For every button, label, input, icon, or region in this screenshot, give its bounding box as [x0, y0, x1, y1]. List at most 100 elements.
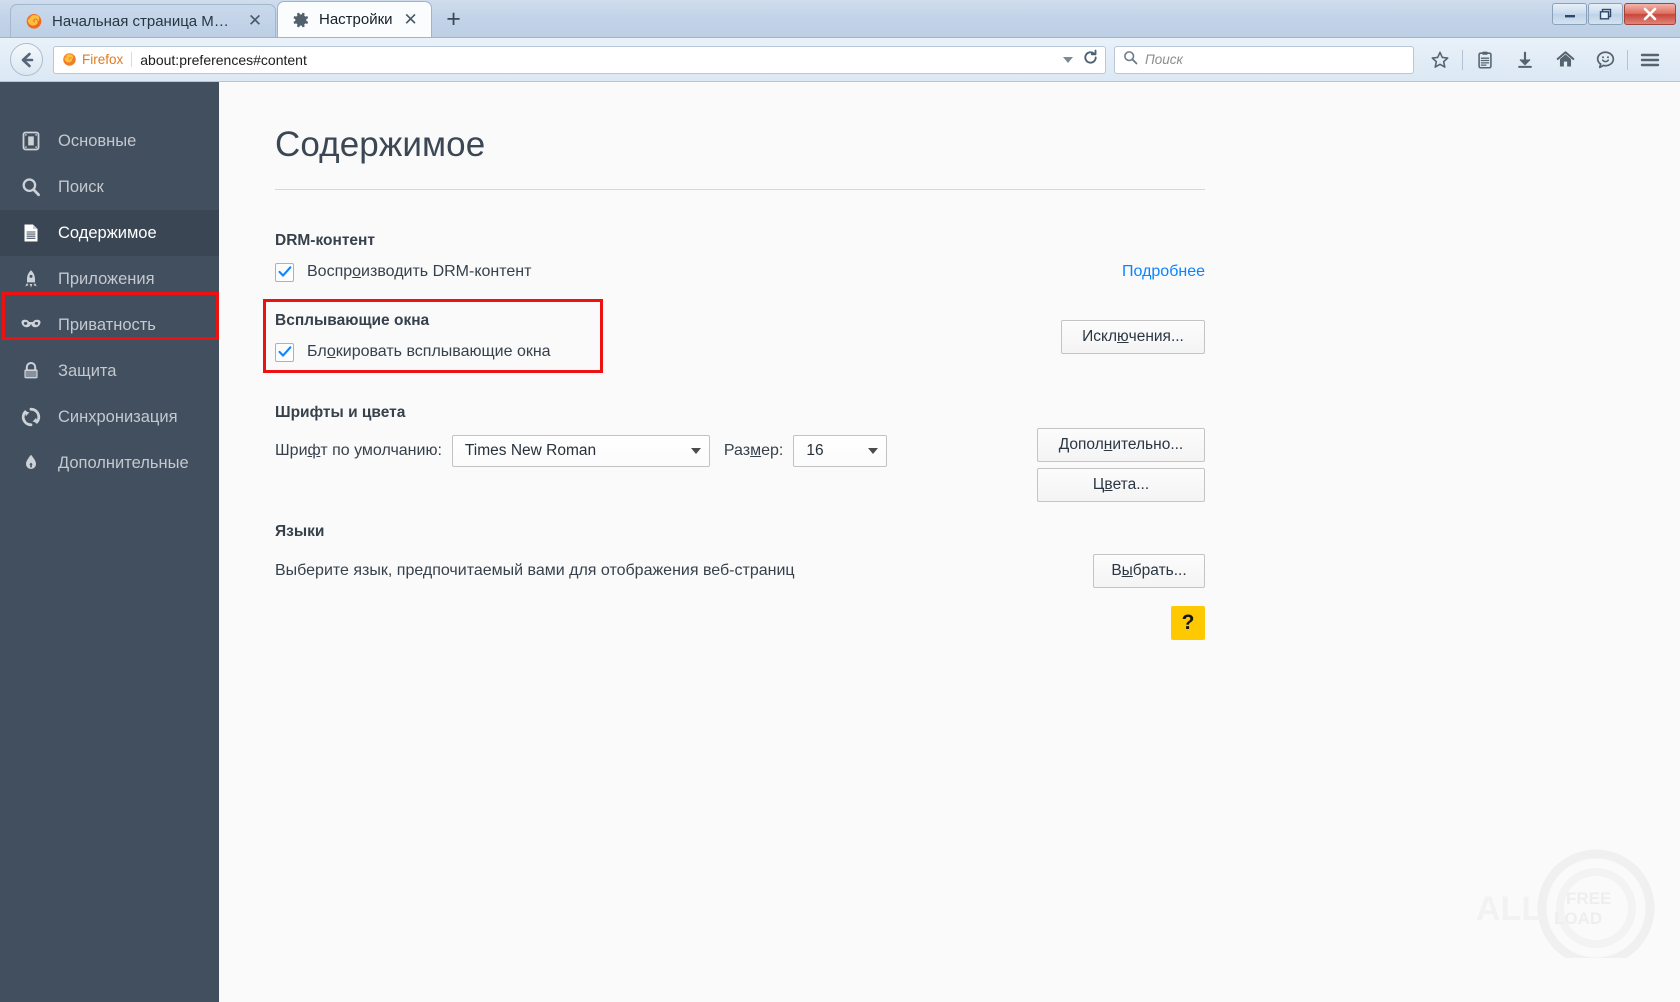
sidebar-item-label: Основные	[58, 131, 137, 150]
section-languages: Языки Выберите язык, предпочитаемый вами…	[275, 523, 1205, 588]
chevron-down-icon	[868, 447, 879, 454]
toolbar-icons	[1420, 44, 1670, 76]
default-font-select[interactable]: Times New Roman	[451, 434, 710, 467]
downloads-icon[interactable]	[1505, 44, 1545, 76]
popups-checkbox-row[interactable]: Блокировать всплывающие окна	[275, 342, 551, 362]
url-text[interactable]: about:preferences#content	[140, 52, 1057, 68]
sync-icon	[18, 406, 44, 428]
search-input[interactable]: Поиск	[1145, 52, 1183, 67]
search-bar[interactable]: Поиск	[1114, 45, 1414, 74]
sidebar-item-label: Приватность	[58, 315, 156, 334]
font-size-select[interactable]: 16	[793, 434, 888, 467]
sidebar-item-privacy[interactable]: Приватность	[0, 302, 219, 348]
page-title: Содержимое	[275, 125, 486, 164]
close-icon[interactable]: ✕	[247, 12, 263, 29]
home-icon[interactable]	[1545, 44, 1585, 76]
default-font-label: Шрифт по умолчанию:	[275, 441, 442, 459]
block-popups-checkbox[interactable]	[275, 342, 294, 362]
choose-language-button[interactable]: Вы брать...	[1093, 553, 1205, 588]
fonts-button-stack: Допол н ительно... Цв ета...	[1037, 427, 1205, 502]
reading-list-icon[interactable]	[1465, 44, 1505, 76]
search-icon	[18, 176, 44, 198]
languages-description: Выберите язык, предпочитаемый вами для о…	[275, 561, 795, 579]
sidebar-item-content[interactable]: Содержимое	[0, 210, 219, 256]
new-tab-button[interactable]: +	[439, 5, 469, 35]
minimize-button[interactable]	[1552, 3, 1587, 25]
bookmark-star-icon[interactable]	[1420, 44, 1460, 76]
popup-exceptions-button[interactable]: Искл ю чения...	[1061, 319, 1205, 354]
firefox-icon	[25, 12, 43, 30]
preferences-main-pane: Содержимое DRM-контент Воспроизводить DR…	[219, 82, 1680, 1002]
search-icon	[1123, 50, 1138, 70]
sidebar-item-general[interactable]: Основные	[0, 118, 219, 164]
chevron-down-icon	[690, 447, 701, 454]
browser-window: Начальная страница Moz... ✕ Настройки ✕ …	[0, 0, 1680, 1002]
tab-settings[interactable]: Настройки ✕	[277, 1, 432, 37]
title-divider	[275, 188, 1205, 190]
back-button[interactable]	[10, 43, 43, 76]
tab-title: Начальная страница Moz...	[52, 12, 237, 30]
maximize-restore-button[interactable]	[1588, 3, 1623, 25]
url-bar[interactable]: Firefox about:preferences#content	[53, 45, 1106, 74]
sidebar-item-security[interactable]: Защита	[0, 348, 219, 394]
sidebar-item-applications[interactable]: Приложения	[0, 256, 219, 302]
drm-learn-more-link[interactable]: Подробнее	[1122, 263, 1205, 281]
preferences-sidebar: Основные Поиск Содержимое Приложения При…	[0, 82, 219, 1002]
url-bar-actions	[1057, 49, 1099, 71]
fonts-advanced-button[interactable]: Допол н ительно...	[1037, 427, 1205, 462]
advanced-icon	[18, 452, 44, 474]
drm-checkbox[interactable]	[275, 262, 294, 282]
chevron-down-icon[interactable]	[1063, 56, 1073, 63]
help-bar: ?	[275, 605, 1205, 640]
svg-text:FREE: FREE	[1566, 889, 1611, 908]
applications-icon	[18, 268, 44, 290]
menu-icon[interactable]	[1630, 44, 1670, 76]
svg-text:LOAD: LOAD	[1554, 909, 1602, 928]
sidebar-item-label: Синхронизация	[58, 407, 178, 426]
page-header: Содержимое	[275, 125, 1205, 190]
back-arrow-icon	[21, 52, 33, 67]
title-bar: Начальная страница Moz... ✕ Настройки ✕ …	[0, 0, 1680, 38]
drm-checkbox-label: Воспроизводить DRM-контент	[307, 263, 532, 280]
sidebar-item-sync[interactable]: Синхронизация	[0, 394, 219, 440]
sidebar-item-search[interactable]: Поиск	[0, 164, 219, 210]
security-lock-icon	[18, 360, 44, 382]
toolbar-separator	[1462, 49, 1463, 70]
gear-icon	[292, 11, 310, 29]
checkmark-icon	[278, 346, 291, 357]
drm-checkbox-row[interactable]: Воспроизводить DRM-контент	[275, 262, 532, 282]
default-font-value: Times New Roman	[464, 441, 597, 459]
sidebar-item-label: Защита	[58, 361, 117, 380]
content-icon	[18, 222, 44, 244]
privacy-mask-icon	[18, 314, 44, 336]
help-button[interactable]: ?	[1171, 605, 1205, 640]
tab-mozilla-start-page[interactable]: Начальная страница Moz... ✕	[10, 4, 276, 37]
section-heading-popups: Всплывающие окна	[275, 311, 430, 329]
sidebar-item-label: Дополнительные	[58, 453, 189, 472]
section-drm: DRM-контент Воспроизводить DRM-контент П…	[275, 232, 1205, 282]
close-window-button[interactable]	[1624, 3, 1676, 25]
font-size-label: Размер:	[723, 441, 784, 459]
chat-icon[interactable]	[1585, 44, 1625, 76]
identity-box[interactable]: Firefox	[62, 52, 133, 67]
watermark: ALL FREE LOAD	[1446, 838, 1666, 967]
general-icon	[18, 130, 44, 152]
navigation-toolbar: Firefox about:preferences#content Поиск	[0, 38, 1680, 82]
close-icon[interactable]: ✕	[403, 11, 419, 28]
section-fonts-colors: Шрифты и цвета Шрифт по умолчанию: Times…	[275, 403, 1205, 502]
sidebar-item-label: Содержимое	[58, 223, 157, 242]
checkmark-icon	[278, 266, 291, 277]
content-area: Основные Поиск Содержимое Приложения При…	[0, 82, 1680, 1002]
firefox-identity-icon	[62, 52, 77, 67]
section-heading-fonts: Шрифты и цвета	[275, 403, 406, 421]
toolbar-separator	[1627, 49, 1628, 70]
reload-icon[interactable]	[1082, 49, 1099, 71]
popups-left-column: Всплывающие окна Блокировать всплывающие…	[275, 312, 551, 362]
colors-button[interactable]: Цв ета...	[1037, 467, 1205, 502]
sidebar-item-label: Поиск	[58, 177, 104, 196]
sidebar-item-advanced[interactable]: Дополнительные	[0, 440, 219, 486]
drm-row: Воспроизводить DRM-контент Подробнее	[275, 262, 1205, 282]
section-heading-drm: DRM-контент	[275, 231, 376, 249]
tab-strip: Начальная страница Moz... ✕ Настройки ✕ …	[10, 0, 469, 37]
sidebar-item-label: Приложения	[58, 269, 155, 288]
